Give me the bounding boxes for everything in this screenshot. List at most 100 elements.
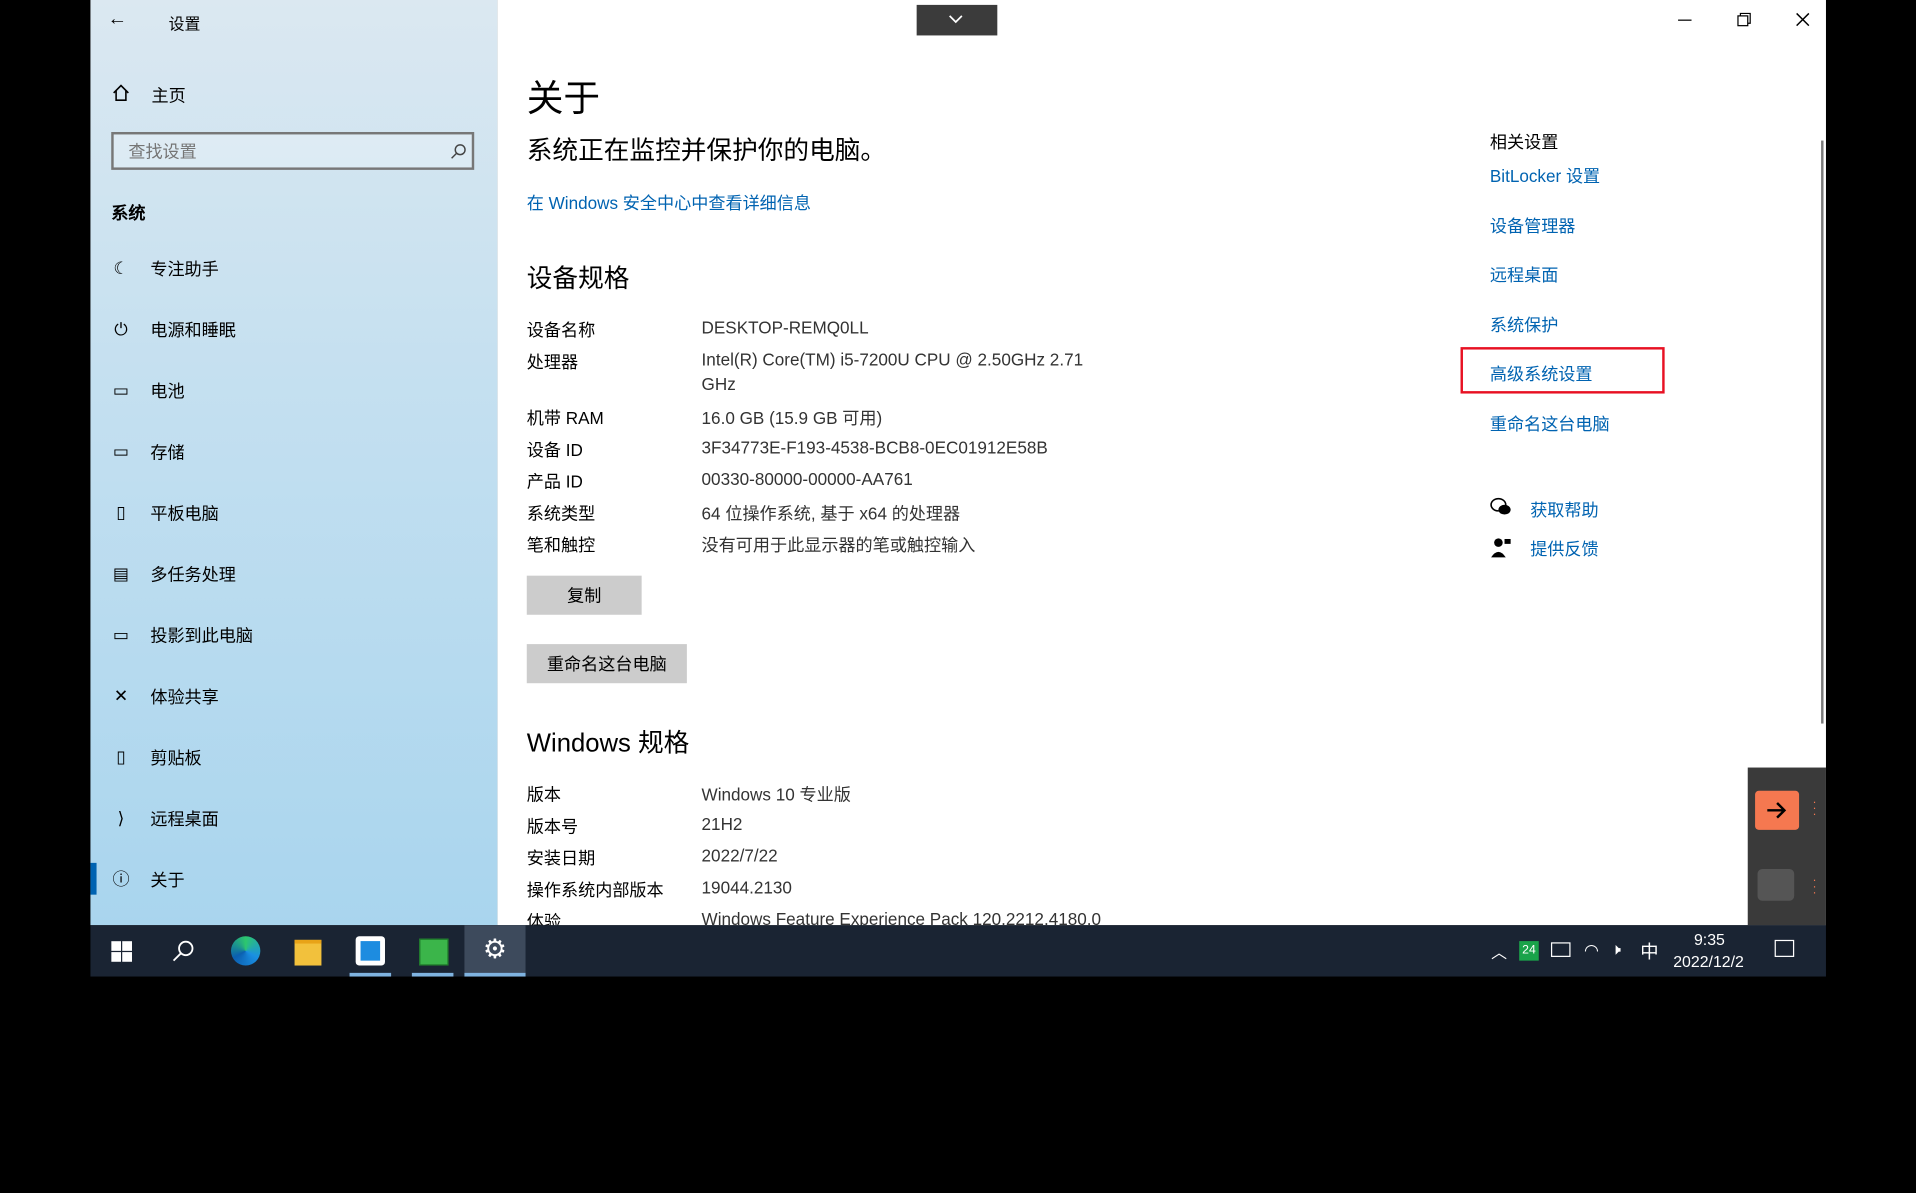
- sidebar-item-label: 远程桌面: [150, 809, 219, 829]
- related-link[interactable]: 重命名这台电脑: [1490, 411, 1610, 435]
- start-button[interactable]: [90, 925, 151, 976]
- sidebar-item-5[interactable]: ▯ 平板电脑: [90, 489, 497, 538]
- sidebar-item-home[interactable]: 主页: [90, 76, 497, 110]
- help-icon: [1490, 497, 1511, 515]
- taskbar: ⚙ ︿ 24 ◠ 🕨 中 9:35 2022/12/2: [90, 925, 1826, 977]
- close-button[interactable]: [1788, 2, 1825, 36]
- sidebar-item-6[interactable]: ▤ 多任务处理: [90, 550, 497, 599]
- sidebar-item-4[interactable]: ▭ 存储: [90, 428, 497, 477]
- spec-value: Windows 10 专业版: [701, 784, 851, 805]
- search-icon: [172, 940, 194, 962]
- sidebar-item-9[interactable]: ▯ 剪贴板: [90, 733, 497, 782]
- sidebar-item-7[interactable]: ▭ 投影到此电脑: [90, 611, 497, 660]
- sidebar-item-label: 多任务处理: [150, 564, 236, 585]
- export-button[interactable]: [1755, 790, 1800, 830]
- get-help-link[interactable]: 获取帮助: [1530, 497, 1598, 521]
- spec-value: 21H2: [701, 813, 743, 834]
- sidebar-item-2[interactable]: ⏻ 电源和睡眠: [90, 306, 497, 355]
- gear-icon: ⚙: [482, 933, 508, 965]
- clock-time[interactable]: 9:35: [1694, 930, 1725, 948]
- spec-label: 机带 RAM: [526, 408, 604, 428]
- related-link[interactable]: BitLocker 设置: [1490, 164, 1600, 188]
- sidebar-section-title: 系统: [111, 202, 146, 223]
- sidebar-item-11[interactable]: ⓘ 关于: [90, 856, 497, 905]
- spec-value: 19044.2130: [701, 877, 792, 898]
- sidebar-item-label: 关于: [150, 870, 185, 890]
- project-icon: ▭: [112, 624, 130, 645]
- floating-tool-panel: · · · · · ·: [1747, 767, 1826, 926]
- tablet-icon: ▯: [116, 502, 126, 522]
- clock-date[interactable]: 2022/12/2: [1673, 952, 1744, 970]
- app-blue[interactable]: [340, 925, 401, 977]
- spec-value: Intel(R) Core(TM) i5-7200U CPU @ 2.50GHz…: [701, 349, 1084, 370]
- sidebar-item-10[interactable]: ⟩ 远程桌面: [90, 794, 497, 843]
- dropdown-button[interactable]: [916, 4, 998, 36]
- chevron-down-icon: [949, 15, 963, 24]
- search-input[interactable]: [125, 140, 437, 163]
- spec-label: 处理器: [526, 351, 579, 372]
- action-center-icon[interactable]: [1774, 939, 1795, 957]
- sidebar-item-8[interactable]: ✕ 体验共享: [90, 672, 497, 721]
- spec-value-cont: GHz: [701, 373, 736, 394]
- app-blue-icon: [355, 936, 385, 966]
- device-specs-heading: 设备规格: [526, 265, 630, 294]
- ime-indicator[interactable]: 中: [1640, 939, 1658, 965]
- tray-badge[interactable]: 24: [1519, 941, 1539, 961]
- volume-muted-icon[interactable]: 🕨: [1611, 940, 1621, 960]
- info-icon: ⓘ: [112, 868, 130, 889]
- app-green[interactable]: [402, 925, 463, 977]
- sidebar-item-3[interactable]: ▭ 电池: [90, 367, 497, 416]
- spec-label: 设备 ID: [526, 439, 583, 460]
- spec-value: 16.0 GB (15.9 GB 可用): [701, 408, 883, 428]
- sidebar-item-label: 体验共享: [150, 686, 219, 707]
- arrow-right-icon: [1767, 802, 1787, 819]
- share-icon: ✕: [113, 685, 129, 706]
- edge-app[interactable]: [215, 925, 276, 976]
- battery-icon[interactable]: [1550, 942, 1571, 957]
- highlight-box: [1460, 347, 1665, 394]
- windows-logo-icon: [111, 941, 132, 962]
- home-icon: [113, 84, 129, 102]
- spec-label: 操作系统内部版本: [526, 879, 664, 900]
- rename-pc-button[interactable]: 重命名这台电脑: [526, 644, 687, 684]
- scrollbar[interactable]: [1821, 140, 1824, 724]
- edge-icon: [230, 936, 261, 966]
- multitask-icon: ▤: [112, 563, 130, 583]
- selected-indicator: [90, 862, 97, 895]
- related-link[interactable]: 远程桌面: [1490, 263, 1558, 287]
- clipboard-icon: ▯: [116, 746, 126, 767]
- spec-label: 设备名称: [526, 320, 596, 340]
- restore-button[interactable]: [1729, 2, 1766, 36]
- file-explorer-app[interactable]: [277, 925, 338, 976]
- search-box[interactable]: [111, 131, 475, 170]
- sidebar-item-label: 存储: [150, 442, 185, 462]
- sidebar-item-label: 主页: [151, 85, 186, 106]
- taskbar-search-button[interactable]: [153, 925, 214, 976]
- minimize-button[interactable]: [1671, 2, 1708, 36]
- more-dots-icon[interactable]: · · ·: [1813, 874, 1817, 898]
- windows-specs-heading: Windows 规格: [526, 729, 690, 758]
- spec-label: 系统类型: [526, 503, 596, 524]
- restore-icon: [1737, 12, 1751, 27]
- security-center-link[interactable]: 在 Windows 安全中心中查看详细信息: [527, 191, 811, 215]
- search-icon[interactable]: [450, 143, 467, 160]
- feedback-link[interactable]: 提供反馈: [1530, 537, 1598, 561]
- spec-label: 安装日期: [526, 848, 596, 868]
- copy-button[interactable]: 复制: [526, 575, 642, 615]
- related-link[interactable]: 系统保护: [1490, 312, 1558, 336]
- video-off-icon[interactable]: [1757, 868, 1795, 901]
- wifi-icon[interactable]: ◠: [1584, 940, 1599, 961]
- back-button[interactable]: ←: [108, 7, 132, 31]
- sidebar-item-1[interactable]: ☾ 专注助手: [90, 244, 497, 293]
- window-title: 设置: [168, 14, 201, 33]
- spec-label: 笔和触控: [526, 535, 596, 555]
- settings-app[interactable]: ⚙: [464, 925, 526, 977]
- tray-chevron-up-icon[interactable]: ︿: [1491, 940, 1507, 963]
- related-settings-heading: 相关设置: [1489, 131, 1559, 152]
- storage-icon: ▭: [112, 441, 130, 461]
- app-green-icon: [419, 938, 449, 966]
- related-link[interactable]: 设备管理器: [1490, 213, 1576, 237]
- folder-icon: [294, 939, 322, 966]
- spec-value: 3F34773E-F193-4538-BCB8-0EC01912E58B: [701, 437, 1048, 458]
- more-dots-icon[interactable]: · · ·: [1813, 796, 1817, 820]
